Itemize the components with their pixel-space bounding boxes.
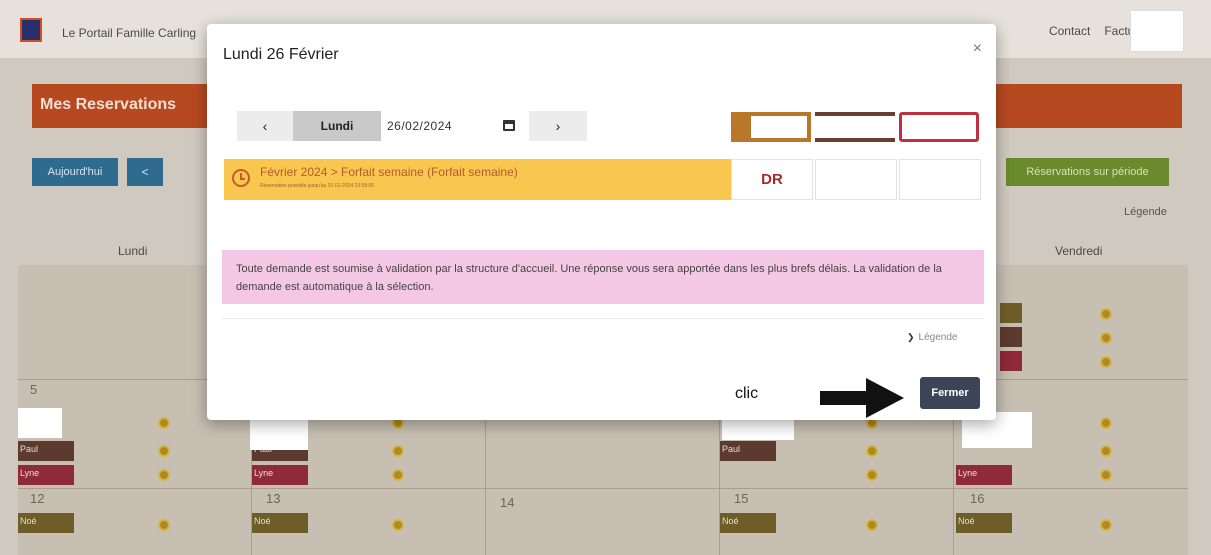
- day-label: Lundi: [293, 111, 381, 141]
- annotation-label: clic: [735, 385, 759, 402]
- day-number[interactable]: 13: [266, 491, 280, 506]
- chevron-left-icon: ‹: [262, 118, 268, 134]
- period-reservations-button[interactable]: Réservations sur période: [1006, 158, 1169, 186]
- next-day-button[interactable]: ›: [529, 111, 587, 141]
- previous-day-button[interactable]: ‹: [237, 111, 293, 141]
- reservation-tag[interactable]: Noé: [956, 513, 1012, 533]
- user-avatar[interactable]: [1130, 10, 1184, 52]
- top-link-contact[interactable]: Contact: [1049, 24, 1090, 38]
- status-dot-icon[interactable]: [392, 469, 404, 481]
- status-dot-icon[interactable]: [392, 519, 404, 531]
- reservation-tag[interactable]: Noé: [720, 513, 776, 533]
- status-dot-icon[interactable]: [1100, 519, 1112, 531]
- reservation-choice-3[interactable]: [899, 159, 981, 200]
- status-dot-icon[interactable]: [1100, 445, 1112, 457]
- status-dot-icon[interactable]: [158, 445, 170, 457]
- day-number[interactable]: 5: [30, 382, 37, 397]
- status-dot-icon[interactable]: [1100, 469, 1112, 481]
- column-header-monday: Lundi: [118, 244, 148, 258]
- close-icon[interactable]: ×: [973, 40, 982, 58]
- reservation-tag[interactable]: Lyne: [18, 465, 74, 485]
- offer-row: Février 2024 > Forfait semaine (Forfait …: [224, 159, 732, 200]
- reservation-tag[interactable]: Noé: [252, 513, 308, 533]
- previous-period-button[interactable]: <: [127, 158, 163, 186]
- page-title: Mes Reservations: [40, 96, 177, 113]
- status-dot-icon[interactable]: [392, 445, 404, 457]
- reservation-tag[interactable]: Lyne: [956, 465, 1012, 485]
- arrow-right-icon-head: [866, 378, 904, 418]
- reservation-choice-1[interactable]: DR: [731, 159, 813, 200]
- status-dot-icon[interactable]: [158, 469, 170, 481]
- reservation-tag[interactable]: Paul: [18, 441, 74, 461]
- reservation-tag[interactable]: Noé: [18, 513, 74, 533]
- app-title[interactable]: Le Portail Famille Carling: [62, 26, 196, 40]
- legend-label: Légende: [918, 332, 958, 343]
- status-dot-icon[interactable]: [866, 445, 878, 457]
- reservation-choice-2[interactable]: [815, 159, 897, 200]
- calendar-icon[interactable]: [503, 120, 515, 131]
- reservation-tag-marker[interactable]: [1000, 303, 1022, 323]
- status-dot-icon[interactable]: [866, 519, 878, 531]
- day-number[interactable]: 16: [970, 491, 984, 506]
- legend-toggle-background[interactable]: Légende: [1124, 206, 1167, 218]
- status-dot-icon[interactable]: [158, 417, 170, 429]
- app-logo: [20, 18, 42, 42]
- child-column-header-1: [731, 112, 811, 142]
- chevron-down-icon: ❯: [907, 332, 915, 342]
- redaction-mask: [250, 420, 308, 450]
- redaction-mask: [18, 408, 62, 438]
- status-dot-icon[interactable]: [1100, 356, 1112, 368]
- status-dot-icon[interactable]: [1100, 332, 1112, 344]
- offer-title: Février 2024 > Forfait semaine (Forfait …: [260, 165, 518, 179]
- today-button[interactable]: Aujourd'hui: [32, 158, 118, 186]
- redaction-mask: [722, 420, 794, 440]
- day-number[interactable]: 12: [30, 491, 44, 506]
- status-dot-icon[interactable]: [866, 469, 878, 481]
- child-column-header-2: [815, 112, 895, 142]
- reservation-tag[interactable]: Paul: [720, 441, 776, 461]
- day-number[interactable]: 14: [500, 495, 514, 510]
- chevron-right-icon: ›: [555, 118, 561, 134]
- close-button[interactable]: Fermer: [920, 377, 980, 409]
- week-row: [18, 488, 1188, 489]
- reservation-tag-marker[interactable]: [1000, 327, 1022, 347]
- column-header-friday: Vendredi: [1055, 244, 1103, 258]
- day-number[interactable]: 15: [734, 491, 748, 506]
- child-column-header-3: [899, 112, 979, 142]
- day-reservation-modal: Lundi 26 Février × ‹ Lundi 26/02/2024 › …: [207, 24, 996, 420]
- status-dot-icon[interactable]: [158, 519, 170, 531]
- arrow-right-icon: [820, 391, 870, 405]
- status-dot-icon[interactable]: [1100, 308, 1112, 320]
- offer-deadline: Réservation possible jusqu'au 31-01-2024…: [260, 183, 375, 189]
- validation-notice: Toute demande est soumise à validation p…: [222, 250, 984, 304]
- date-input-value: 26/02/2024: [387, 119, 453, 133]
- legend-toggle[interactable]: ❯ Légende: [907, 332, 957, 343]
- reservation-tag[interactable]: Lyne: [252, 465, 308, 485]
- divider: [222, 318, 984, 319]
- modal-title: Lundi 26 Février: [223, 46, 339, 63]
- reservation-tag-marker[interactable]: [1000, 351, 1022, 371]
- clock-icon: [232, 169, 250, 187]
- status-dot-icon[interactable]: [1100, 417, 1112, 429]
